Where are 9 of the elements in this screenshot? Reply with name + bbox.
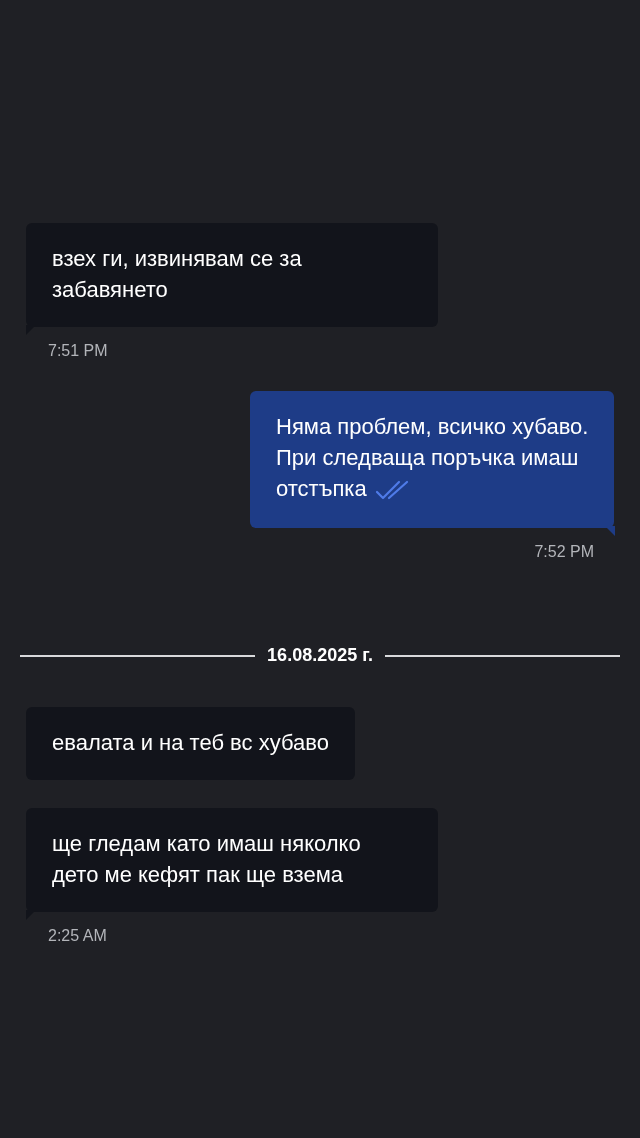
bubble-tail-icon <box>605 526 615 536</box>
date-divider: 16.08.2025 г. <box>267 644 373 667</box>
message-bubble: взех ги, извинявам се за забавянето <box>26 223 438 327</box>
message-bubble: евалата и на теб вс хубаво <box>26 707 355 780</box>
message-time: 2:25 AM <box>47 926 107 946</box>
message-bubble: Няма проблем, всичко хубаво. При следваща поръчка имаш отстъпка <box>250 391 614 528</box>
message-time: 7:52 PM <box>534 542 595 562</box>
message-bubble: ще гледам като имаш няколко дето ме кефят пак ще взема <box>26 808 438 912</box>
message-time: 7:51 PM <box>47 341 108 361</box>
